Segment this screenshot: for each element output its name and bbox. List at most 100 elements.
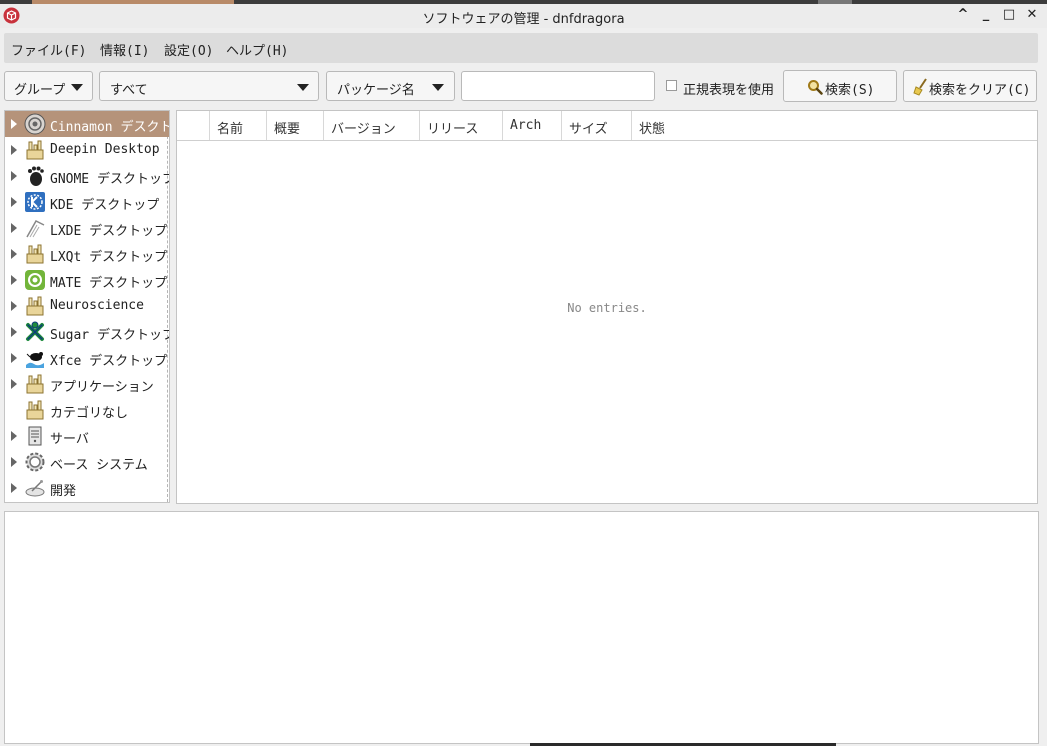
search-field-combo[interactable]: パッケージ名 xyxy=(326,71,455,101)
expander-icon[interactable] xyxy=(11,275,17,285)
menu-help[interactable]: ヘルプ(H) xyxy=(226,40,288,59)
column-title: 状態 xyxy=(639,122,666,137)
group-label: LXQt デスクトップ xyxy=(50,250,168,265)
column-title: Arch xyxy=(510,118,542,133)
expander-icon[interactable] xyxy=(11,249,17,259)
group-item-development[interactable]: 開発 xyxy=(5,475,169,501)
group-item-applications[interactable]: アプリケーション xyxy=(5,371,169,397)
column-header-summary[interactable]: 概要 xyxy=(267,111,324,140)
group-label: ベース システム xyxy=(50,458,148,473)
broom-icon xyxy=(913,78,927,96)
group-item-cinnamon[interactable]: Cinnamon デスクトップ xyxy=(5,111,169,137)
group-label: MATE デスクトップ xyxy=(50,276,168,291)
column-title: 名前 xyxy=(217,122,244,137)
column-header-version[interactable]: バージョン xyxy=(324,111,420,140)
package-details-pane[interactable] xyxy=(4,511,1039,744)
view-combo-label: グループ xyxy=(14,83,66,98)
mate-icon xyxy=(25,270,45,290)
expander-icon[interactable] xyxy=(11,223,17,233)
group-tree[interactable]: Cinnamon デスクトップ Deepin Desktop GNOME デスク… xyxy=(4,110,170,503)
search-button-label: 検索(S) xyxy=(825,83,875,98)
column-title: サイズ xyxy=(569,122,608,137)
expander-icon[interactable] xyxy=(11,353,17,363)
group-item-base-system[interactable]: ベース システム xyxy=(5,449,169,475)
cinnamon-icon xyxy=(24,113,46,135)
group-item-deepin[interactable]: Deepin Desktop xyxy=(5,137,169,163)
search-button[interactable]: 検索(S) xyxy=(783,70,897,102)
group-item-kde[interactable]: KDE デスクトップ xyxy=(5,189,169,215)
expander-icon[interactable] xyxy=(11,145,17,155)
group-label: Cinnamon デスクトップ xyxy=(50,120,169,135)
package-icon xyxy=(26,374,44,394)
group-item-mate[interactable]: MATE デスクトップ xyxy=(5,267,169,293)
package-list-header: 名前 概要 バージョン リリース Arch サイズ 状態 xyxy=(177,111,1037,141)
regex-checkbox[interactable] xyxy=(666,80,677,91)
menu-settings[interactable]: 設定(O) xyxy=(164,40,213,59)
lxde-icon xyxy=(26,220,45,238)
clear-search-button-label: 検索をクリア(C) xyxy=(929,83,1031,98)
maximize-up-button[interactable]: ^ xyxy=(955,7,971,23)
package-icon xyxy=(26,400,44,420)
filter-combo[interactable]: すべて xyxy=(99,71,319,101)
group-label: GNOME デスクトップ xyxy=(50,172,170,187)
group-label: Sugar デスクトップ xyxy=(50,328,170,343)
development-icon xyxy=(25,480,45,497)
column-title: リリース xyxy=(427,122,479,137)
expander-icon[interactable] xyxy=(11,327,17,337)
menu-info[interactable]: 情報(I) xyxy=(100,40,149,59)
group-item-server[interactable]: サーバ xyxy=(5,423,169,449)
search-icon xyxy=(808,80,823,95)
server-icon xyxy=(28,426,42,446)
group-label: Deepin Desktop xyxy=(50,142,160,157)
expander-icon[interactable] xyxy=(11,171,17,181)
minimize-button[interactable]: _ xyxy=(978,7,994,23)
expander-icon[interactable] xyxy=(11,197,17,207)
column-header-select[interactable] xyxy=(177,111,210,140)
gear-icon xyxy=(25,452,45,472)
column-header-status[interactable]: 状態 xyxy=(632,111,1037,140)
expander-icon[interactable] xyxy=(11,119,17,129)
group-item-xfce[interactable]: Xfce デスクトップ xyxy=(5,345,169,371)
column-header-name[interactable]: 名前 xyxy=(210,111,267,140)
close-button[interactable]: ✕ xyxy=(1024,7,1040,23)
package-list[interactable]: 名前 概要 バージョン リリース Arch サイズ 状態 No entries. xyxy=(176,110,1038,504)
chevron-down-icon xyxy=(432,84,444,91)
expander-icon[interactable] xyxy=(11,431,17,441)
expander-icon[interactable] xyxy=(11,301,17,311)
expander-icon[interactable] xyxy=(11,379,17,389)
gnome-foot-icon xyxy=(28,166,44,186)
empty-list-message: No entries. xyxy=(567,301,647,315)
group-label: カテゴリなし xyxy=(50,406,129,421)
column-title: バージョン xyxy=(331,122,396,137)
group-item-lxqt[interactable]: LXQt デスクトップ xyxy=(5,241,169,267)
menu-bar: ファイル(F) 情報(I) 設定(O) ヘルプ(H) xyxy=(4,33,1038,63)
package-icon xyxy=(26,244,44,264)
group-label: アプリケーション xyxy=(50,380,154,395)
expander-icon[interactable] xyxy=(11,457,17,467)
group-label: Neuroscience xyxy=(50,298,144,313)
view-combo[interactable]: グループ xyxy=(4,71,93,101)
column-header-arch[interactable]: Arch xyxy=(503,111,562,140)
column-header-release[interactable]: リリース xyxy=(420,111,503,140)
group-item-neuroscience[interactable]: Neuroscience xyxy=(5,293,169,319)
menu-file[interactable]: ファイル(F) xyxy=(11,40,86,59)
group-label: KDE デスクトップ xyxy=(50,198,160,213)
group-item-gnome[interactable]: GNOME デスクトップ xyxy=(5,163,170,189)
filter-combo-label: すべて xyxy=(110,83,148,98)
group-item-lxde[interactable]: LXDE デスクトップ xyxy=(5,215,169,241)
group-label: 開発 xyxy=(50,484,77,499)
title-bar[interactable]: ソフトウェアの管理 - dnfdragora ^ _ □ ✕ xyxy=(0,4,1047,28)
group-item-uncategorized[interactable]: カテゴリなし xyxy=(5,397,169,423)
maximize-button[interactable]: □ xyxy=(1001,7,1017,23)
xfce-mouse-icon xyxy=(26,352,44,368)
group-label: LXDE デスクトップ xyxy=(50,224,168,239)
regex-checkbox-label[interactable]: 正規表現を使用 xyxy=(683,79,774,98)
column-header-size[interactable]: サイズ xyxy=(562,111,632,140)
search-input[interactable] xyxy=(461,71,655,101)
kde-icon xyxy=(25,192,45,212)
clear-search-button[interactable]: 検索をクリア(C) xyxy=(903,70,1037,102)
expander-icon[interactable] xyxy=(11,483,17,493)
window-title: ソフトウェアの管理 - dnfdragora xyxy=(422,12,625,27)
column-title: 概要 xyxy=(274,122,301,137)
group-item-sugar[interactable]: Sugar デスクトップ xyxy=(5,319,170,345)
